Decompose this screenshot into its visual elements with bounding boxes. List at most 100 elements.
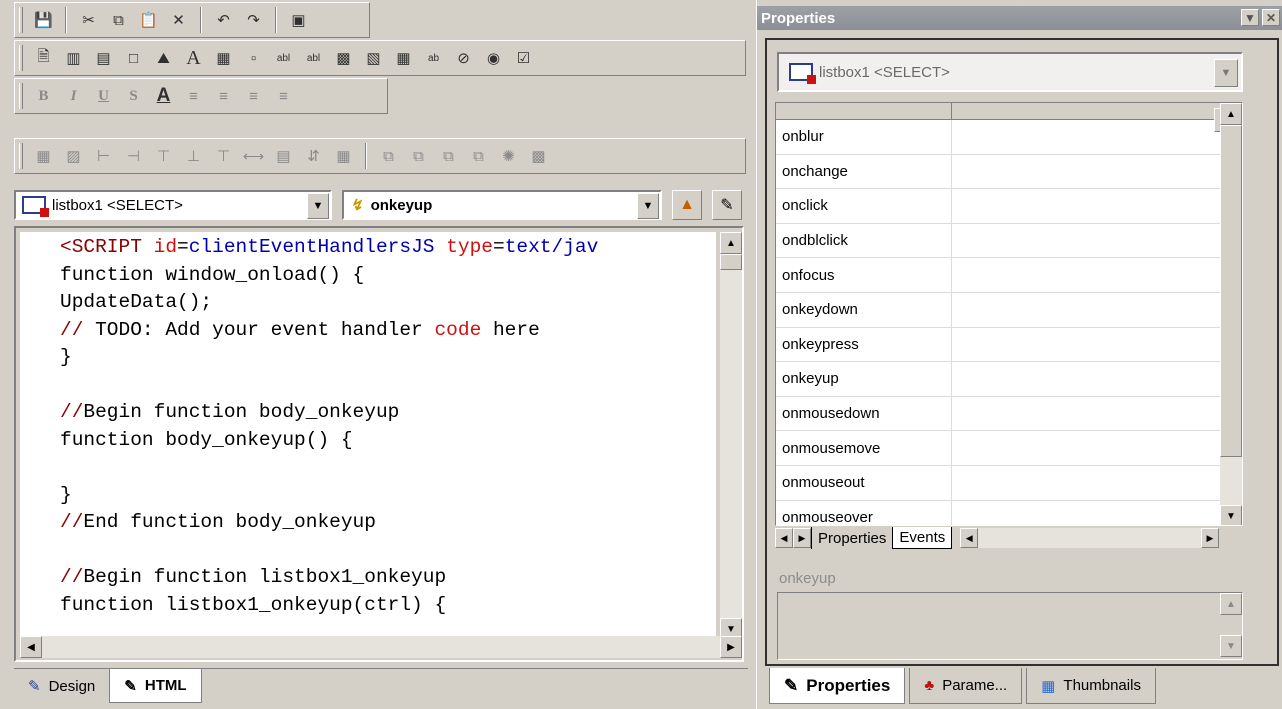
space-down-icon[interactable]: ⇵ — [300, 143, 327, 170]
code-line[interactable]: function listbox1_onkeyup(ctrl) { — [60, 592, 716, 620]
grid-toggle-icon[interactable]: ▦ — [30, 143, 57, 170]
code-text-area[interactable]: <SCRIPT id=clientEventHandlersJS type=te… — [20, 232, 716, 640]
align-left-icon[interactable]: ≡ — [180, 83, 207, 110]
event-row-onmouseover[interactable]: onmouseover — [776, 500, 1242, 525]
label-icon[interactable]: A — [180, 45, 207, 72]
hscroll-left-icon[interactable]: ◀ — [960, 528, 979, 548]
tab-events[interactable]: Events — [892, 527, 953, 549]
scroll-thumb[interactable] — [720, 254, 742, 270]
event-row-onkeydown[interactable]: onkeydown — [776, 292, 1242, 328]
snap-icon[interactable]: ▨ — [60, 143, 87, 170]
paste-icon[interactable]: 📋 — [135, 7, 162, 34]
align-rights-icon[interactable]: ⊣ — [120, 143, 147, 170]
refresh-icon[interactable]: ▣ — [285, 7, 312, 34]
delete-icon[interactable]: ✕ — [165, 7, 192, 34]
code-line[interactable]: } — [60, 344, 716, 372]
listbox-icon[interactable]: ▩ — [330, 45, 357, 72]
center-icon[interactable]: ⊤ — [210, 143, 237, 170]
edit-script-icon[interactable]: ✎ — [712, 190, 742, 220]
event-row-onkeyup[interactable]: onkeyup... — [776, 108, 1242, 397]
align-lefts-icon[interactable]: ⊢ — [90, 143, 117, 170]
tab-scroll-right-icon[interactable]: ▶ — [793, 528, 811, 548]
toolbar-grip[interactable] — [19, 45, 23, 71]
radio-icon[interactable]: ◉ — [480, 45, 507, 72]
code-line[interactable]: //End function body_onkeyup — [60, 509, 716, 537]
same-height-icon[interactable]: ▤ — [270, 143, 297, 170]
scroll-up-icon[interactable]: ▲ — [720, 232, 742, 254]
chevron-down-icon[interactable]: ▼ — [637, 193, 659, 219]
same-width-icon[interactable]: ⟷ — [240, 143, 267, 170]
tab-properties[interactable]: Properties — [811, 527, 892, 549]
toolbar-grip[interactable] — [19, 7, 23, 33]
grid-icon[interactable]: ▦ — [390, 45, 417, 72]
event-row-onblur[interactable]: onblur — [776, 120, 1242, 155]
close-icon[interactable]: ✕ — [1262, 9, 1280, 26]
hscroll-right-icon[interactable]: ▶ — [1201, 528, 1219, 548]
scroll-up-icon[interactable]: ▲ — [1220, 593, 1242, 615]
table-icon[interactable]: ▦ — [210, 45, 237, 72]
code-line[interactable]: UpdateData(); — [60, 289, 716, 317]
space-across-icon[interactable]: ▦ — [330, 143, 357, 170]
event-value[interactable] — [952, 189, 1242, 223]
chart-icon[interactable]: ▥ — [60, 45, 87, 72]
tab-design[interactable]: ✎ Design — [14, 669, 109, 703]
event-value[interactable] — [952, 431, 1242, 465]
event-value[interactable] — [952, 120, 1242, 154]
bold-button[interactable]: B — [30, 83, 57, 110]
underline-button[interactable]: U — [90, 83, 117, 110]
toolbar-grip[interactable] — [19, 143, 23, 169]
event-value[interactable] — [952, 362, 1242, 396]
grid-vertical-scrollbar[interactable]: ▲ ▼ — [1220, 103, 1242, 525]
code-line[interactable]: function window_onload() { — [60, 262, 716, 290]
event-row-onclick[interactable]: onclick — [776, 189, 1242, 224]
tab-scroll-left-icon[interactable]: ◀ — [775, 528, 793, 548]
tab-parameters[interactable]: ♣ Parame... — [909, 668, 1023, 704]
italic-button[interactable]: I — [60, 83, 87, 110]
code-line[interactable] — [60, 372, 716, 400]
copy-icon[interactable]: ⧉ — [105, 7, 132, 34]
toolbar-grip[interactable] — [19, 83, 23, 109]
event-row-onmousemove[interactable]: onmousemove — [776, 431, 1242, 466]
code-line[interactable] — [60, 537, 716, 565]
form-icon[interactable]: ▤ — [90, 45, 117, 72]
code-line[interactable]: function body_onkeyup() { — [60, 427, 716, 455]
tab-html[interactable]: ✎ HTML — [109, 669, 202, 703]
cut-icon[interactable]: ✂ — [75, 7, 102, 34]
textarea-icon[interactable]: ▫ — [240, 45, 267, 72]
event-value[interactable] — [952, 397, 1242, 431]
event-value[interactable] — [952, 293, 1242, 327]
grid-horizontal-scrollbar[interactable] — [978, 528, 1201, 548]
align-bottoms-icon[interactable]: ⊥ — [180, 143, 207, 170]
order-front-icon[interactable]: ⧉ — [375, 143, 402, 170]
order-back-icon[interactable]: ⧉ — [405, 143, 432, 170]
event-value[interactable] — [952, 258, 1242, 292]
code-line[interactable]: // TODO: Add your event handler code her… — [60, 317, 716, 345]
event-row-onkeypress[interactable]: onkeypress — [776, 327, 1242, 363]
justify-icon[interactable]: ≡ — [270, 83, 297, 110]
event-row-onmouseout[interactable]: onmouseout — [776, 465, 1242, 501]
scroll-up-icon[interactable]: ▲ — [1220, 103, 1242, 125]
event-row-onchange[interactable]: onchange — [776, 154, 1242, 190]
strike-button[interactable]: S — [120, 83, 147, 110]
no-icon[interactable]: ⊘ — [450, 45, 477, 72]
tab-properties-panel[interactable]: ✎ Properties — [769, 668, 906, 704]
font-color-button[interactable]: A — [150, 83, 177, 110]
event-row-onmousedown[interactable]: onmousedown — [776, 396, 1242, 432]
undo-icon[interactable]: ↶ — [210, 7, 237, 34]
code-editor[interactable]: <SCRIPT id=clientEventHandlersJS type=te… — [14, 226, 744, 662]
absolute-position-icon[interactable]: ▩ — [525, 143, 552, 170]
scroll-down-icon[interactable]: ▼ — [1220, 505, 1242, 525]
tab-thumbnails[interactable]: ▦ Thumbnails — [1026, 668, 1156, 704]
description-scrollbar[interactable]: ▲ ▼ — [1220, 593, 1242, 657]
checkbox-icon[interactable]: ☑ — [510, 45, 537, 72]
code-line[interactable]: //Begin function body_onkeyup — [60, 399, 716, 427]
image-icon[interactable]: ⛰ — [150, 45, 177, 72]
redo-icon[interactable]: ↷ — [240, 7, 267, 34]
combobox-icon[interactable]: ▧ — [360, 45, 387, 72]
scroll-thumb[interactable] — [1220, 125, 1242, 457]
align-center-icon[interactable]: ≡ — [210, 83, 237, 110]
lock-icon[interactable]: ✺ — [495, 143, 522, 170]
properties-object-select[interactable]: listbox1 <SELECT> ▼ — [777, 52, 1243, 92]
code-line[interactable]: } — [60, 482, 716, 510]
event-value[interactable] — [952, 155, 1242, 189]
